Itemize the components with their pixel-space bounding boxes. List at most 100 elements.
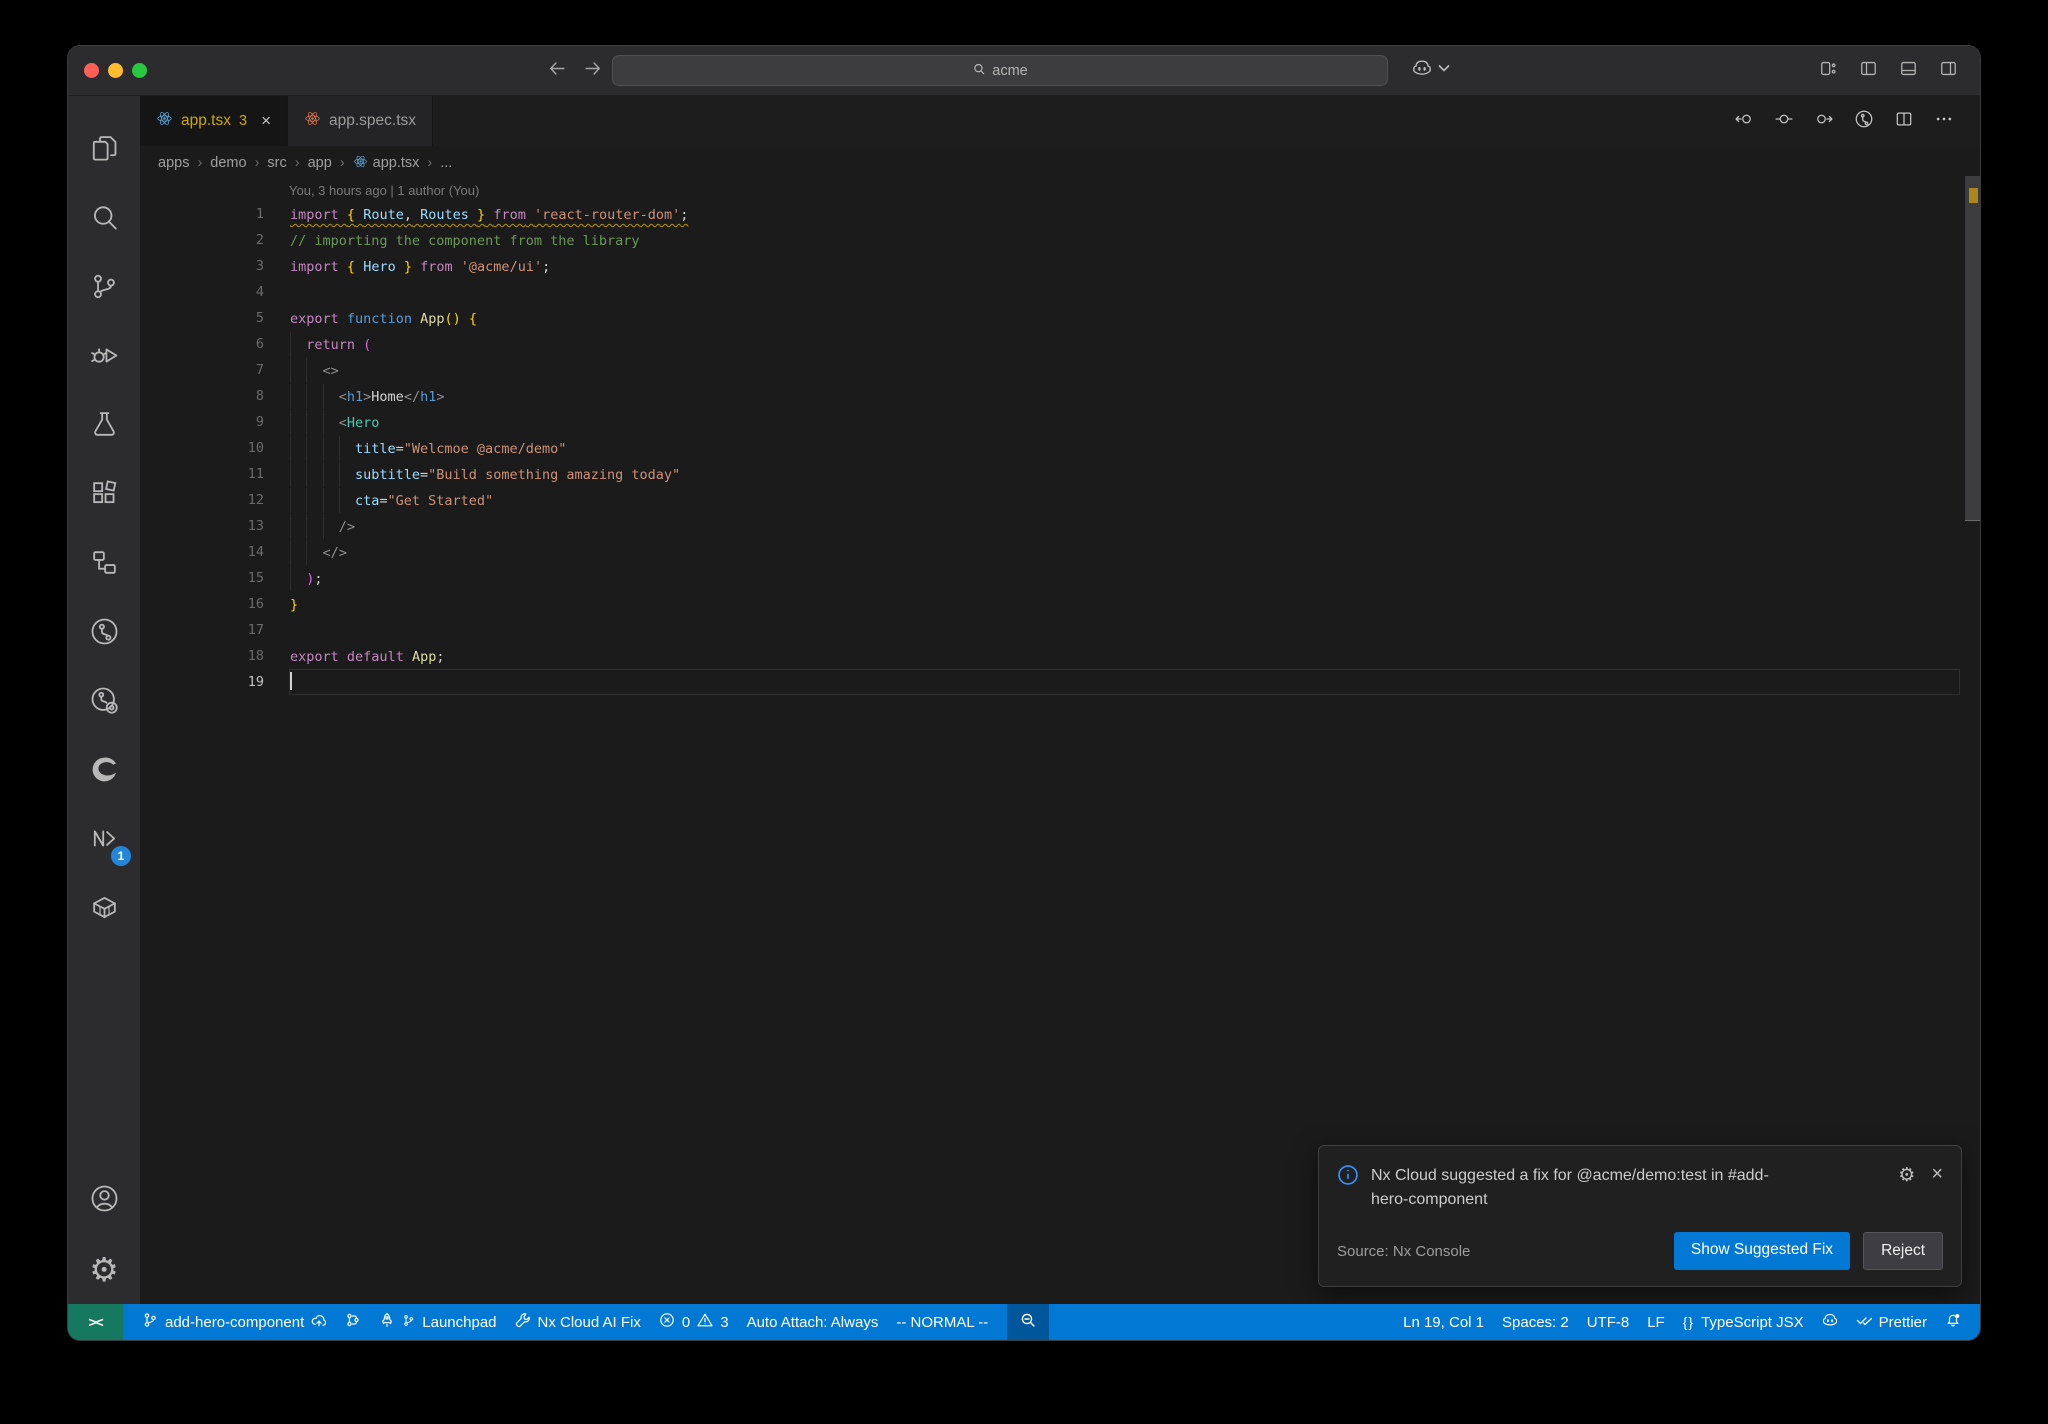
- code-line[interactable]: 5 export function App() {: [140, 305, 1980, 331]
- split-editor-icon[interactable]: [1894, 109, 1914, 134]
- chevron-down-icon[interactable]: [1434, 58, 1454, 83]
- navigate-forward-icon[interactable]: [1814, 109, 1834, 134]
- line-number[interactable]: 4: [140, 279, 264, 305]
- back-arrow-icon[interactable]: [548, 59, 567, 83]
- code-line[interactable]: 19: [140, 669, 1980, 695]
- remote-indicator[interactable]: ><: [68, 1304, 123, 1340]
- notification-settings-gear-icon[interactable]: ⚙: [1898, 1164, 1915, 1186]
- code-line[interactable]: 8 <h1>Home</h1>: [140, 383, 1980, 409]
- notifications-bell-item[interactable]: [1936, 1304, 1970, 1340]
- command-center-search[interactable]: acme: [612, 55, 1388, 86]
- breadcrumb-item[interactable]: app: [308, 155, 332, 171]
- problems-item[interactable]: 0 3: [650, 1304, 738, 1340]
- line-number[interactable]: 3: [140, 253, 264, 279]
- code-line[interactable]: 4: [140, 279, 1980, 305]
- code-line[interactable]: 6 return (: [140, 331, 1980, 357]
- code-line[interactable]: 1 import { Route, Routes } from 'react-ro…: [140, 201, 1980, 227]
- code-line[interactable]: 9 <Hero: [140, 409, 1980, 435]
- indentation-item[interactable]: Spaces: 2: [1493, 1304, 1578, 1340]
- code-lines[interactable]: 1 import { Route, Routes } from 'react-ro…: [140, 201, 1980, 695]
- line-number[interactable]: 17: [140, 617, 264, 643]
- line-number[interactable]: 13: [140, 513, 264, 539]
- code-line[interactable]: 3 import { Hero } from '@acme/ui';: [140, 253, 1980, 279]
- git-branch-item[interactable]: add-hero-component: [133, 1304, 336, 1340]
- code-line[interactable]: 7 <>: [140, 357, 1980, 383]
- activity-bar-item-gitlens[interactable]: [68, 668, 140, 737]
- activity-bar-item-nx-console[interactable]: 1: [68, 806, 140, 875]
- toggle-panel-icon[interactable]: [1899, 59, 1918, 83]
- line-number[interactable]: 15: [140, 565, 264, 591]
- close-tab-icon[interactable]: ×: [261, 111, 271, 131]
- breadcrumb-item[interactable]: app.tsx: [353, 154, 419, 173]
- line-number[interactable]: 12: [140, 487, 264, 513]
- activity-bar-item-settings[interactable]: ⚙: [68, 1235, 140, 1304]
- zoom-window-button[interactable]: [132, 63, 147, 78]
- vim-mode-item[interactable]: -- NORMAL --: [887, 1304, 997, 1340]
- toggle-secondary-sidebar-icon[interactable]: [1939, 59, 1958, 83]
- show-suggested-fix-button[interactable]: Show Suggested Fix: [1673, 1232, 1851, 1270]
- formatter-item[interactable]: Prettier: [1847, 1304, 1936, 1340]
- screencast-zoom-item[interactable]: [1007, 1304, 1050, 1340]
- notification-close-icon[interactable]: ×: [1931, 1164, 1943, 1184]
- close-window-button[interactable]: [84, 63, 99, 78]
- code-line[interactable]: 17: [140, 617, 1980, 643]
- activity-bar-item-hierarchy[interactable]: [68, 530, 140, 599]
- last-edit-location-icon[interactable]: [1774, 109, 1794, 134]
- navigate-back-icon[interactable]: [1734, 109, 1754, 134]
- breadcrumb-item[interactable]: apps: [158, 155, 189, 171]
- breadcrumb-item[interactable]: demo: [210, 155, 246, 171]
- copilot-status-item[interactable]: [1813, 1304, 1847, 1340]
- code-line[interactable]: 16}: [140, 591, 1980, 617]
- activity-bar-item-extensions[interactable]: [68, 461, 140, 530]
- forward-arrow-icon[interactable]: [583, 59, 602, 83]
- encoding-item[interactable]: UTF-8: [1578, 1304, 1639, 1340]
- cursor-position-item[interactable]: Ln 19, Col 1: [1394, 1304, 1493, 1340]
- reject-button[interactable]: Reject: [1863, 1232, 1943, 1270]
- language-mode-item[interactable]: {} TypeScript JSX: [1674, 1304, 1813, 1340]
- code-line[interactable]: 12 cta="Get Started": [140, 487, 1980, 513]
- tab-app-spec-tsx[interactable]: app.spec.tsx: [288, 96, 434, 146]
- code-line[interactable]: 15);: [140, 565, 1980, 591]
- activity-bar-item-edge-tools[interactable]: [68, 737, 140, 806]
- nx-cloud-ai-fix-item[interactable]: Nx Cloud AI Fix: [506, 1304, 650, 1340]
- eol-item[interactable]: LF: [1638, 1304, 1674, 1340]
- activity-bar-item-source-control[interactable]: [68, 254, 140, 323]
- copilot-icon[interactable]: [1412, 58, 1432, 83]
- source-control-graph-item[interactable]: [336, 1304, 370, 1340]
- tab-app-tsx[interactable]: app.tsx 3 ×: [140, 96, 288, 146]
- activity-bar-item-explorer[interactable]: [68, 116, 140, 185]
- line-number[interactable]: 19: [140, 669, 264, 695]
- line-number[interactable]: 9: [140, 409, 264, 435]
- code-line[interactable]: 10 title="Welcmoe @acme/demo": [140, 435, 1980, 461]
- code-line[interactable]: 18 export default App;: [140, 643, 1980, 669]
- activity-bar-item-run-and-debug[interactable]: [68, 323, 140, 392]
- line-number[interactable]: 18: [140, 643, 264, 669]
- line-number[interactable]: 7: [140, 357, 264, 383]
- customize-layout-icon[interactable]: [1819, 59, 1838, 83]
- activity-bar-item-testing[interactable]: [68, 392, 140, 461]
- line-number[interactable]: 10: [140, 435, 264, 461]
- code-line[interactable]: 11 subtitle="Build something amazing toda…: [140, 461, 1980, 487]
- commit-graph-icon[interactable]: [1854, 109, 1874, 134]
- code-line[interactable]: 13/>: [140, 513, 1980, 539]
- launchpad-item[interactable]: Launchpad: [370, 1304, 505, 1340]
- code-line[interactable]: 14 </>: [140, 539, 1980, 565]
- minimize-window-button[interactable]: [108, 63, 123, 78]
- activity-bar-item-search[interactable]: [68, 185, 140, 254]
- toggle-primary-sidebar-icon[interactable]: [1859, 59, 1878, 83]
- breadcrumb-item[interactable]: src: [267, 155, 286, 171]
- line-number[interactable]: 14: [140, 539, 264, 565]
- activity-bar-item-containers[interactable]: [68, 875, 140, 944]
- breadcrumb[interactable]: apps › demo › src › app › app.tsx ›...: [140, 146, 1980, 180]
- line-number[interactable]: 16: [140, 591, 264, 617]
- line-number[interactable]: 1: [140, 201, 264, 227]
- activity-bar-item-accounts[interactable]: [68, 1166, 140, 1235]
- more-actions-icon[interactable]: [1934, 109, 1954, 134]
- editor[interactable]: apps › demo › src › app › app.tsx ›... You, 3 hou…: [140, 146, 1980, 1304]
- line-number[interactable]: 5: [140, 305, 264, 331]
- code-line[interactable]: 2// importing the component from the lib…: [140, 227, 1980, 253]
- line-number[interactable]: 6: [140, 331, 264, 357]
- line-number[interactable]: 11: [140, 461, 264, 487]
- editor-scrollbar[interactable]: [1965, 146, 1980, 1304]
- line-number[interactable]: 2: [140, 227, 264, 253]
